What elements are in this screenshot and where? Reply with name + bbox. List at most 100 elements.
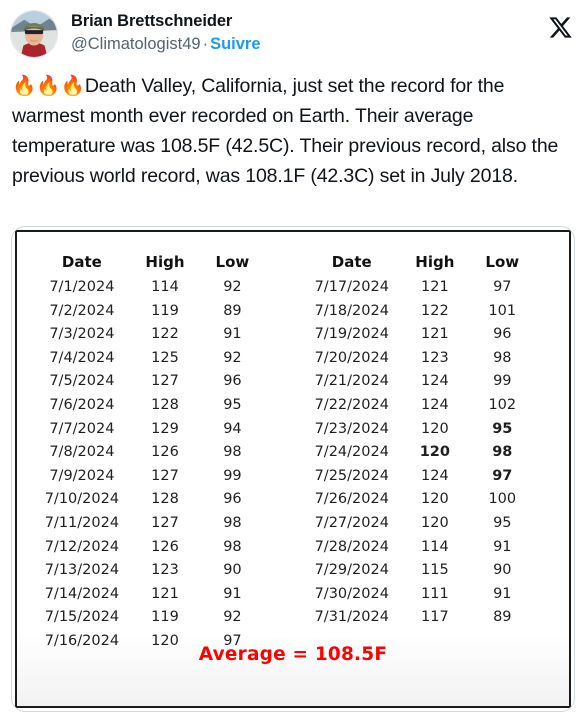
cell-low-left: 94: [223, 420, 242, 437]
user-handle[interactable]: @Climatologist49: [71, 35, 201, 53]
cell-date-right: 7/28/2024: [314, 538, 389, 555]
cell-high-left: 128: [151, 491, 179, 508]
cell-date-left: 7/10/2024: [44, 491, 120, 508]
cell-high-left: 114: [151, 279, 179, 295]
cell-low-left: 99: [223, 467, 242, 484]
spacer-cell-mid: [266, 606, 303, 630]
col-header-date-left: Date: [61, 253, 102, 271]
spacer-cell: [17, 606, 33, 630]
spacer-cell-mid: [266, 583, 303, 607]
spacer-cell: [17, 536, 33, 560]
cell-high-right: 120: [421, 491, 449, 508]
cell-low-left: 91: [223, 585, 242, 602]
cell-high-right: 115: [421, 562, 449, 579]
spacer-cell-tail: [536, 394, 569, 418]
table-row: 7/1/2024 114 92 7/17/2024 121 97: [17, 276, 569, 300]
spacer-cell-mid: [266, 512, 303, 536]
table-row: 7/2/2024 119 89 7/18/2024 122 101: [17, 300, 569, 324]
col-header-low-left: Low: [215, 253, 250, 271]
cell-low-left: 92: [223, 609, 242, 626]
cell-low-right: 102: [488, 396, 517, 413]
cell-low-left: 95: [223, 396, 242, 413]
table-row: 7/8/2024 126 98 7/24/2024 120 98: [17, 441, 569, 465]
spacer-cell-mid: [266, 536, 303, 560]
cell-date-left: 7/8/2024: [49, 444, 115, 461]
spacer-cell: [17, 465, 33, 489]
spacer-cell-tail: [536, 606, 569, 630]
spacer-cell-mid: [266, 488, 303, 512]
spacer-cell: [17, 488, 33, 512]
cell-low-left: 98: [223, 444, 242, 461]
spacer-cell-mid: [266, 465, 303, 489]
cell-high-left: 127: [151, 467, 179, 484]
x-logo-icon: [548, 16, 572, 38]
cell-high-left: 119: [151, 609, 179, 626]
spacer-cell-tail: [536, 512, 569, 536]
cell-low-right: 96: [493, 326, 512, 343]
cell-date-right: 7/24/2024: [314, 444, 389, 461]
cell-high-right: 117: [421, 609, 449, 626]
cell-date-right: 7/31/2024: [314, 609, 389, 626]
cell-date-left: 7/6/2024: [49, 396, 115, 413]
cell-low-right: 101: [488, 302, 517, 319]
cell-date-left: 7/5/2024: [49, 373, 115, 390]
cell-date-left: 7/13/2024: [44, 562, 120, 579]
spacer-cell-mid: [266, 323, 303, 347]
spacer-cell-tail: [536, 418, 569, 442]
cell-date-left: 7/2/2024: [49, 302, 115, 319]
table-row: 7/7/2024 129 94 7/23/2024 120 95: [17, 418, 569, 442]
cell-date-right: 7/26/2024: [314, 491, 389, 508]
cell-high-right: 111: [421, 585, 449, 602]
cell-high-right: 124: [421, 373, 449, 390]
spacer-cell: [17, 394, 33, 418]
cell-high-left: 122: [151, 326, 179, 343]
cell-date-right: 7/25/2024: [314, 467, 389, 484]
spacer-cell-tail: [536, 465, 569, 489]
cell-high-right: 120: [421, 420, 449, 437]
cell-low-right: 95: [493, 514, 512, 531]
table-row: 7/5/2024 127 96 7/21/2024 124 99: [17, 370, 569, 394]
cell-date-left: 7/14/2024: [44, 585, 120, 602]
tweet-card: Brian Brettschneider @Climatologist49 · Su…: [0, 0, 587, 719]
cell-high-right: 123: [421, 349, 449, 366]
cell-date-left: 7/4/2024: [49, 349, 115, 366]
cell-high-right: 122: [421, 302, 449, 319]
cell-high-right: 114: [421, 538, 449, 555]
cell-high-left: 121: [151, 585, 179, 602]
spacer-cell: [17, 276, 33, 300]
cell-date-right: 7/30/2024: [314, 585, 389, 602]
follow-button[interactable]: Suivre: [210, 35, 260, 53]
spacer-cell-tail: [536, 488, 569, 512]
fire-emoji: 🔥🔥🔥: [12, 75, 85, 97]
table-row: 7/12/2024 126 98 7/28/2024 114 91: [17, 536, 569, 560]
spacer-cell: [17, 559, 33, 583]
display-name[interactable]: Brian Brettschneider: [71, 11, 545, 31]
x-logo[interactable]: [545, 12, 575, 42]
col-header-date-right: Date: [331, 253, 372, 271]
spacer-cell-tail: [536, 248, 569, 276]
spacer-cell-tail: [536, 583, 569, 607]
cell-date-right: 7/17/2024: [314, 279, 389, 295]
avatar[interactable]: [10, 10, 58, 58]
cell-high-left: 127: [151, 514, 179, 531]
cell-low-right: 97: [493, 279, 512, 295]
cell-low-left: 90: [223, 562, 242, 579]
cell-date-left: 7/11/2024: [44, 514, 120, 531]
spacer-cell-mid: [266, 347, 303, 371]
average-label: Average = 108.5F: [198, 644, 388, 665]
table-row: 7/9/2024 127 99 7/25/2024 124 97: [17, 465, 569, 489]
media-card[interactable]: Date High Low Date High Low 7/1/2024 114 9…: [11, 226, 575, 712]
cell-low-left: 96: [223, 373, 242, 390]
spacer-cell-tail: [536, 300, 569, 324]
table-row: 7/14/2024 121 91 7/30/2024 111 91: [17, 583, 569, 607]
separator-dot: ·: [202, 35, 209, 53]
spacer-cell-mid: [266, 441, 303, 465]
cell-date-left: 7/7/2024: [49, 420, 115, 437]
spacer-cell-tail: [536, 323, 569, 347]
cell-low-right: 91: [493, 585, 512, 602]
spacer-cell: [17, 323, 33, 347]
cell-date-right: 7/18/2024: [314, 302, 389, 319]
spacer-cell-tail: [536, 276, 569, 300]
table-header-row: Date High Low Date High Low: [17, 248, 569, 276]
tweet-header: Brian Brettschneider @Climatologist49 · Su…: [0, 0, 587, 62]
